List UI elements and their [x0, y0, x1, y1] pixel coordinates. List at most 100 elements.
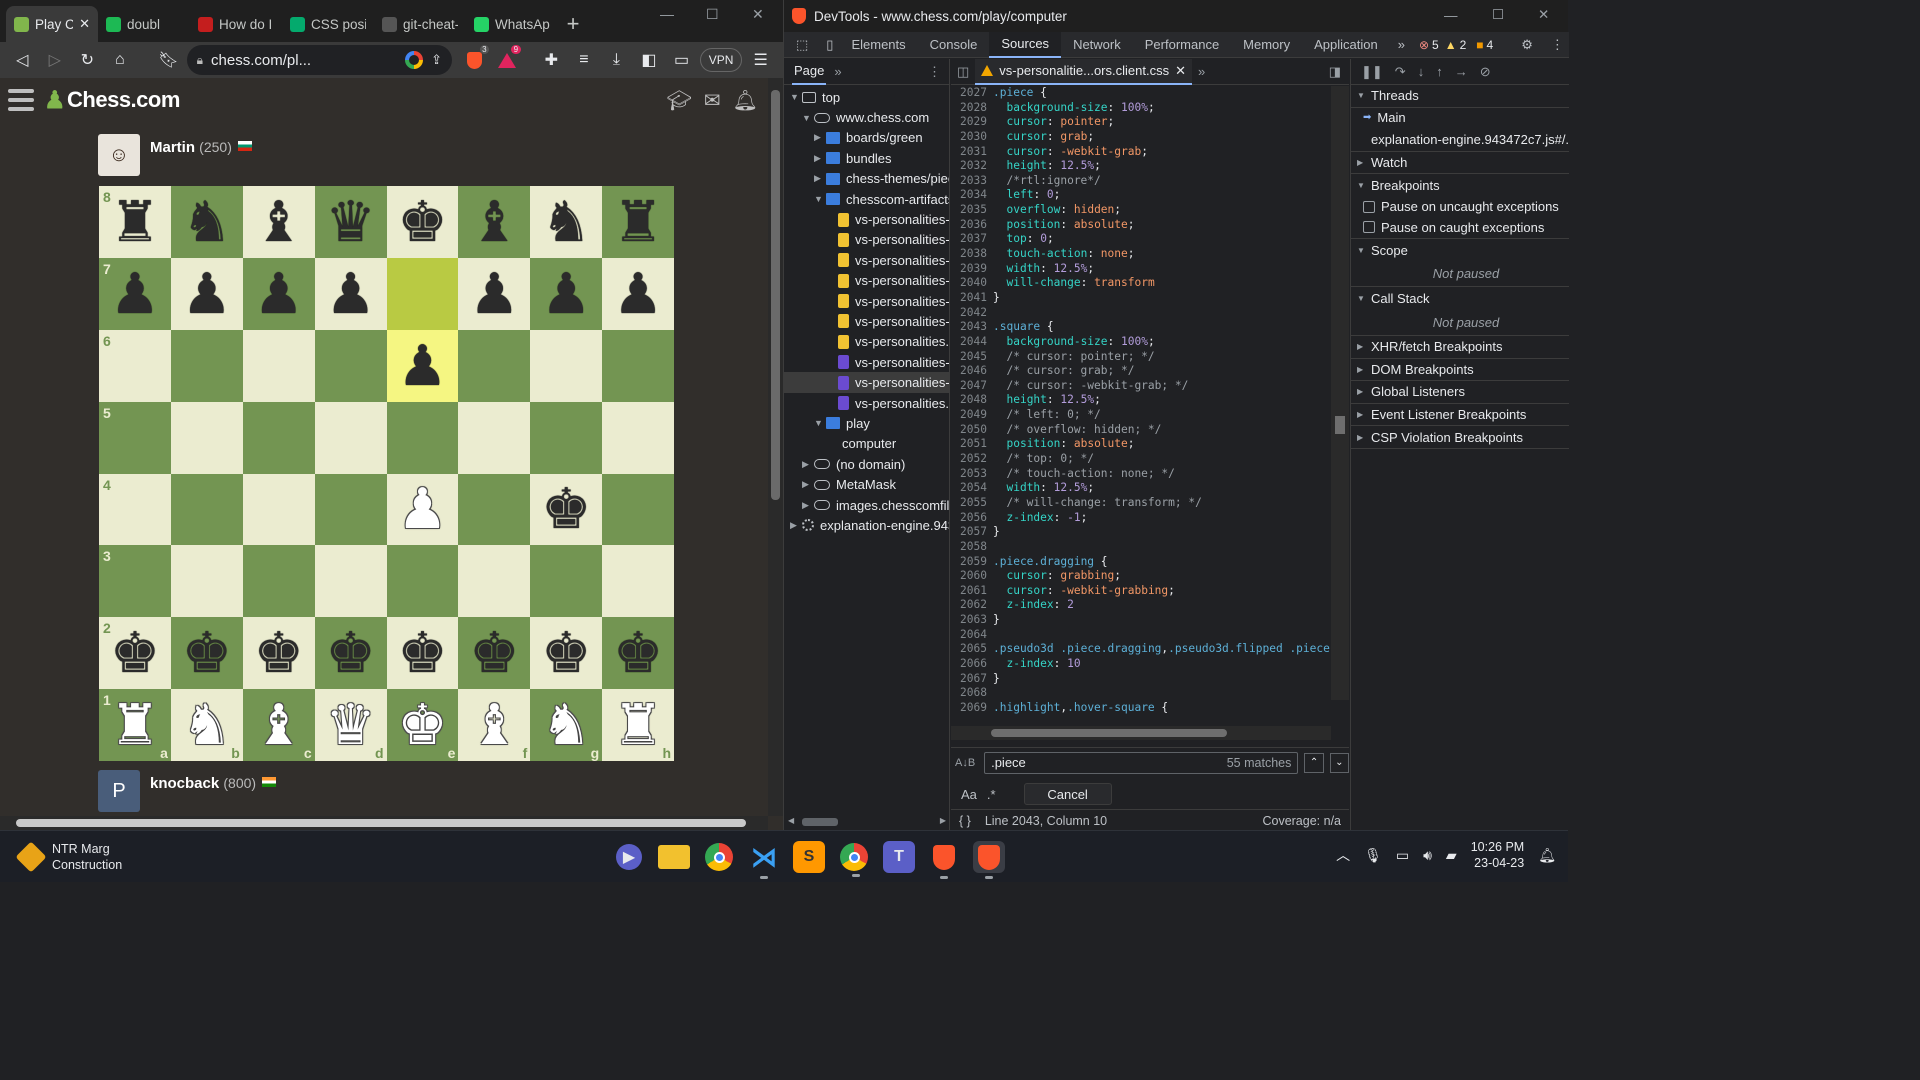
playlist-icon[interactable]: ≡ [570, 45, 599, 75]
line-number[interactable]: 2062 [951, 598, 991, 613]
line-number[interactable]: 2038 [951, 247, 991, 262]
white-knight-piece[interactable]: ♞ [541, 697, 591, 753]
square-a1[interactable]: 1 a ♜ [99, 689, 171, 761]
white-queen-piece[interactable]: ♛ [325, 697, 375, 753]
square-h2[interactable]: ♚ [602, 617, 674, 690]
back-icon[interactable]: ◁ [8, 45, 37, 75]
square-f3[interactable] [458, 545, 531, 618]
square-f7[interactable]: ♟ [458, 257, 531, 330]
tree-item[interactable]: ▼ www.chess.com [784, 107, 949, 127]
line-number[interactable]: 2028 [951, 101, 991, 116]
line-number[interactable]: 2056 [951, 511, 991, 526]
kebab-menu-icon[interactable]: ⋮ [1545, 32, 1570, 58]
sublime-text-icon[interactable]: S [793, 841, 825, 873]
tab-memory[interactable]: Memory [1231, 32, 1302, 58]
reload-icon[interactable]: ↻ [73, 45, 102, 75]
tab-application[interactable]: Application [1302, 32, 1390, 58]
line-number[interactable]: 2069 [951, 701, 991, 716]
code-line[interactable]: 2064 [951, 628, 1349, 643]
tree-item[interactable]: vs-personalities-l [784, 352, 949, 372]
expand-arrow-icon[interactable]: ▶ [814, 132, 826, 143]
line-number[interactable]: 2049 [951, 408, 991, 423]
line-number[interactable]: 2059 [951, 555, 991, 570]
tab-page[interactable]: Page [792, 59, 827, 85]
tree-item[interactable]: ▶ (no domain) [784, 454, 949, 474]
square-b8[interactable]: ♞ [170, 186, 243, 258]
tree-item[interactable]: ▶ boards/green [784, 128, 949, 148]
page-horizontal-scrollbar[interactable] [0, 816, 768, 830]
tree-item[interactable]: vs-personalities-9 [784, 250, 949, 270]
square-c7[interactable]: ♟ [242, 257, 315, 330]
line-number[interactable]: 2029 [951, 115, 991, 130]
black-king-piece[interactable]: ♚ [613, 625, 663, 681]
tree-item[interactable]: vs-personalities-4 [784, 230, 949, 250]
black-pawn-piece[interactable]: ♟ [397, 337, 447, 394]
code-view[interactable]: 2027 .piece {2028 background-size: 100%; 2… [951, 86, 1349, 740]
square-g3[interactable] [530, 545, 603, 618]
expand-arrow-icon[interactable]: ▶ [802, 479, 814, 490]
step-out-icon[interactable]: ↑ [1436, 64, 1443, 79]
square-d8[interactable]: ♛ [314, 186, 387, 258]
step-into-icon[interactable]: ↓ [1418, 64, 1425, 79]
square-c6[interactable] [242, 329, 315, 402]
black-rook-piece[interactable]: ♜ [110, 193, 160, 250]
error-badge[interactable]: ⊗ 5 [1419, 38, 1439, 52]
code-line[interactable]: 2047 /* cursor: -webkit-grab; */ [951, 379, 1349, 394]
code-line[interactable]: 2028 background-size: 100%; [951, 101, 1349, 116]
line-number[interactable]: 2054 [951, 481, 991, 496]
square-e4[interactable]: ♟ [386, 473, 459, 546]
code-hscroll-thumb[interactable] [991, 729, 1227, 737]
line-number[interactable]: 2033 [951, 174, 991, 189]
black-king-piece[interactable]: ♚ [182, 625, 232, 681]
bookmark-icon[interactable]: 🔖︎ [154, 45, 183, 75]
tree-item[interactable]: vs-personalities.c [784, 393, 949, 413]
address-bar[interactable]: 🔒︎ chess.com/pl... ⇪ [186, 45, 453, 75]
line-number[interactable]: 2063 [951, 613, 991, 628]
wallet-icon[interactable]: ▭ [667, 45, 696, 75]
black-king-piece[interactable]: ♚ [325, 625, 375, 681]
code-line[interactable]: 2069 .highlight,.hover-square { [951, 701, 1349, 716]
tab-elements[interactable]: Elements [839, 32, 917, 58]
code-line[interactable]: 2043 .square { [951, 320, 1349, 335]
line-number[interactable]: 2058 [951, 540, 991, 555]
code-line[interactable]: 2048 height: 12.5%; [951, 393, 1349, 408]
pretty-print-icon[interactable]: { } [959, 814, 971, 828]
square-h3[interactable] [602, 545, 674, 618]
minimize-icon[interactable]: — [660, 6, 674, 22]
bell-icon[interactable]: 🔔︎ [733, 88, 758, 113]
black-pawn-piece[interactable]: ♟ [325, 265, 375, 322]
line-number[interactable]: 2036 [951, 218, 991, 233]
line-number[interactable]: 2043 [951, 320, 991, 335]
toggle-navigator-icon[interactable]: ◫ [957, 64, 969, 80]
black-pawn-piece[interactable]: ♟ [541, 265, 591, 322]
square-e1[interactable]: e ♚ [386, 689, 459, 761]
code-line[interactable]: 2027 .piece { [951, 86, 1349, 101]
code-line[interactable]: 2042 [951, 306, 1349, 321]
black-pawn-piece[interactable]: ♟ [469, 265, 519, 322]
line-number[interactable]: 2068 [951, 686, 991, 701]
code-line[interactable]: 2031 cursor: -webkit-grab; [951, 145, 1349, 160]
threads-section[interactable]: ▼ Threads [1351, 85, 1569, 108]
more-nav-tabs-icon[interactable]: » [834, 64, 841, 79]
sidebar-icon[interactable]: ◧ [635, 45, 664, 75]
opponent-name[interactable]: Martin [150, 139, 195, 156]
square-e8[interactable]: ♚ [386, 186, 459, 258]
browser-tab[interactable]: WhatsApp [466, 6, 558, 42]
tree-item[interactable]: ▶ chess-themes/pieces [784, 169, 949, 189]
line-number[interactable]: 2052 [951, 452, 991, 467]
prev-match-icon[interactable]: ⌃ [1304, 752, 1324, 773]
black-king-piece[interactable]: ♚ [110, 625, 160, 681]
square-h7[interactable]: ♟ [602, 257, 674, 330]
maximize-icon[interactable]: ☐ [1492, 7, 1504, 23]
tree-item[interactable]: vs-personalities-l [784, 271, 949, 291]
square-e6[interactable]: ♟ [386, 329, 459, 402]
line-number[interactable]: 2041 [951, 291, 991, 306]
tab-performance[interactable]: Performance [1133, 32, 1231, 58]
square-e3[interactable] [386, 545, 459, 618]
code-line[interactable]: 2059 .piece.dragging { [951, 555, 1349, 570]
code-line[interactable]: 2057} [951, 525, 1349, 540]
expand-arrow-icon[interactable]: ▶ [790, 520, 802, 531]
line-number[interactable]: 2045 [951, 350, 991, 365]
expand-arrow-icon[interactable]: ▼ [790, 92, 802, 102]
square-g7[interactable]: ♟ [530, 257, 603, 330]
